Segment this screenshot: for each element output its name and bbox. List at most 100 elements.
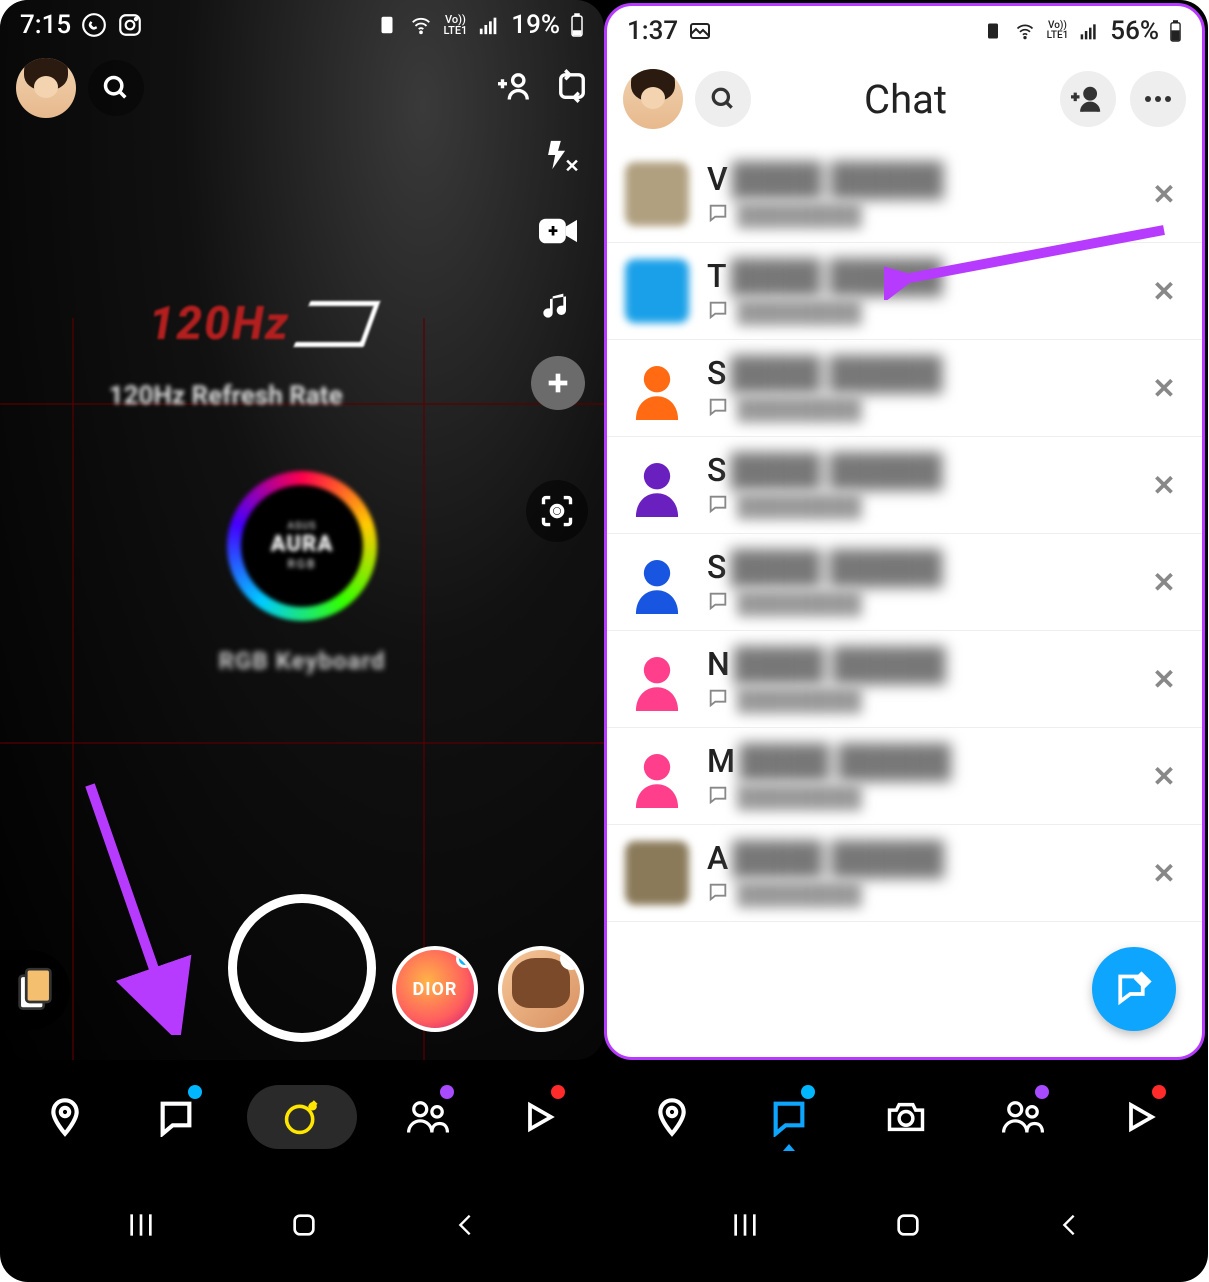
chat-row[interactable]: T████ █████ ████████ ✕	[607, 243, 1202, 340]
sparkle-icon: ✦	[560, 948, 582, 970]
battery-icon	[570, 13, 584, 37]
notification-dot	[1152, 1085, 1166, 1099]
nav-map[interactable]	[632, 1077, 712, 1157]
chat-row[interactable]: M████ █████ ████████ ✕	[607, 728, 1202, 825]
chat-name-initial: T	[707, 257, 727, 295]
dismiss-button[interactable]: ✕	[1144, 465, 1184, 505]
status-bar: 7:15 Vo))LTE1 19%	[0, 0, 604, 50]
notification-dot	[440, 1085, 454, 1099]
profile-bitmoji[interactable]	[16, 58, 76, 118]
chat-name-redacted: ████ █████	[739, 742, 951, 780]
chat-subtitle-redacted: ████████	[737, 202, 862, 228]
video-plus-button[interactable]: +	[531, 204, 585, 258]
chat-screen: 1:37 Vo))LTE1 56% Chat	[604, 0, 1208, 1282]
status-time: 7:15	[20, 10, 71, 40]
chat-subtitle-redacted: ████████	[737, 687, 862, 713]
dismiss-button[interactable]: ✕	[1144, 756, 1184, 796]
nav-camera[interactable]	[866, 1077, 946, 1157]
status-battery: 56%	[1110, 16, 1159, 46]
signal-icon	[477, 14, 501, 36]
chat-name-redacted: ████ █████	[732, 839, 944, 877]
new-chat-fab[interactable]	[1092, 947, 1176, 1031]
chat-status-icon	[707, 396, 729, 422]
more-button[interactable]	[1130, 71, 1186, 127]
nav-chat[interactable]	[749, 1077, 829, 1157]
notification-dot	[801, 1085, 815, 1099]
chat-name-redacted: ████ █████	[732, 160, 944, 198]
chat-row[interactable]: N████ █████ ████████ ✕	[607, 631, 1202, 728]
chat-status-icon	[707, 687, 729, 713]
chat-status-icon	[707, 299, 729, 325]
status-battery: 19%	[511, 10, 560, 40]
dismiss-button[interactable]: ✕	[1144, 659, 1184, 699]
android-recents[interactable]	[729, 1209, 761, 1245]
camera-subject-hz-shape	[294, 301, 381, 347]
dismiss-button[interactable]: ✕	[1144, 174, 1184, 214]
chat-subtitle-redacted: ████████	[737, 299, 862, 325]
chat-avatar	[625, 259, 689, 323]
chat-name-initial: N	[707, 645, 730, 683]
flash-off-button[interactable]: ✕	[531, 128, 585, 182]
chat-name-initial: M	[707, 742, 735, 780]
chat-avatar	[625, 647, 689, 711]
dismiss-button[interactable]: ✕	[1144, 853, 1184, 893]
chat-row[interactable]: S████ █████ ████████ ✕	[607, 437, 1202, 534]
chat-avatar	[625, 550, 689, 614]
chat-name-initial: S	[707, 451, 726, 489]
nav-map[interactable]	[25, 1077, 105, 1157]
dismiss-button[interactable]: ✕	[1144, 271, 1184, 311]
chat-avatar	[625, 841, 689, 905]
chat-row[interactable]: A████ █████ ████████ ✕	[607, 825, 1202, 922]
camera-subject-aura-ring: ASUS AURA RGB	[227, 471, 377, 621]
dismiss-button[interactable]: ✕	[1144, 562, 1184, 602]
flip-camera-button[interactable]	[556, 68, 588, 108]
nav-spotlight[interactable]	[499, 1077, 579, 1157]
android-navbar	[0, 1172, 604, 1282]
chat-status-icon	[707, 590, 729, 616]
nav-camera[interactable]	[247, 1085, 357, 1149]
android-back[interactable]	[1055, 1211, 1083, 1243]
chat-subtitle-redacted: ████████	[737, 881, 862, 907]
add-friend-button[interactable]	[1060, 71, 1116, 127]
music-button[interactable]	[531, 280, 585, 334]
volte-icon: Vo))LTE1	[444, 14, 468, 36]
add-friend-button[interactable]	[498, 70, 534, 106]
chat-name-initial: A	[707, 839, 728, 877]
search-button[interactable]	[695, 71, 751, 127]
android-home[interactable]	[288, 1209, 320, 1245]
scan-button[interactable]	[526, 480, 588, 542]
chat-avatar	[625, 356, 689, 420]
lens-cartoon[interactable]: ✦	[498, 946, 584, 1032]
chat-row[interactable]: S████ █████ ████████ ✕	[607, 534, 1202, 631]
nav-chat[interactable]	[136, 1077, 216, 1157]
chat-row[interactable]: V████ █████ ████████ ✕	[607, 146, 1202, 243]
status-time: 1:37	[627, 16, 678, 46]
camera-subject-hz: 120Hz	[149, 297, 290, 351]
chat-status-icon	[707, 784, 729, 810]
chat-list[interactable]: V████ █████ ████████ ✕ T████ █████ █████…	[607, 146, 1202, 1057]
chat-avatar	[625, 744, 689, 808]
nav-spotlight[interactable]	[1100, 1077, 1180, 1157]
android-back[interactable]	[451, 1211, 479, 1243]
chat-row[interactable]: S████ █████ ████████ ✕	[607, 340, 1202, 437]
camera-subject-keyboard-text: RGB Keyboard	[219, 647, 386, 675]
wifi-icon	[408, 14, 434, 36]
chat-name-redacted: ████ █████	[734, 645, 946, 683]
data-saver-icon	[983, 21, 1003, 41]
shutter-button[interactable]	[228, 894, 376, 1042]
nav-friends[interactable]	[388, 1077, 468, 1157]
profile-bitmoji[interactable]	[623, 69, 683, 129]
search-button[interactable]	[88, 60, 144, 116]
whatsapp-icon	[81, 12, 107, 38]
chat-name-initial: V	[707, 160, 728, 198]
chat-avatar	[625, 453, 689, 517]
chat-subtitle-redacted: ████████	[737, 784, 862, 810]
nav-friends[interactable]	[983, 1077, 1063, 1157]
more-tools-button[interactable]	[531, 356, 585, 410]
android-recents[interactable]	[125, 1209, 157, 1245]
lens-dior[interactable]: DIOR	[392, 946, 478, 1032]
dismiss-button[interactable]: ✕	[1144, 368, 1184, 408]
android-navbar	[604, 1172, 1208, 1282]
wifi-icon	[1013, 21, 1037, 41]
android-home[interactable]	[892, 1209, 924, 1245]
